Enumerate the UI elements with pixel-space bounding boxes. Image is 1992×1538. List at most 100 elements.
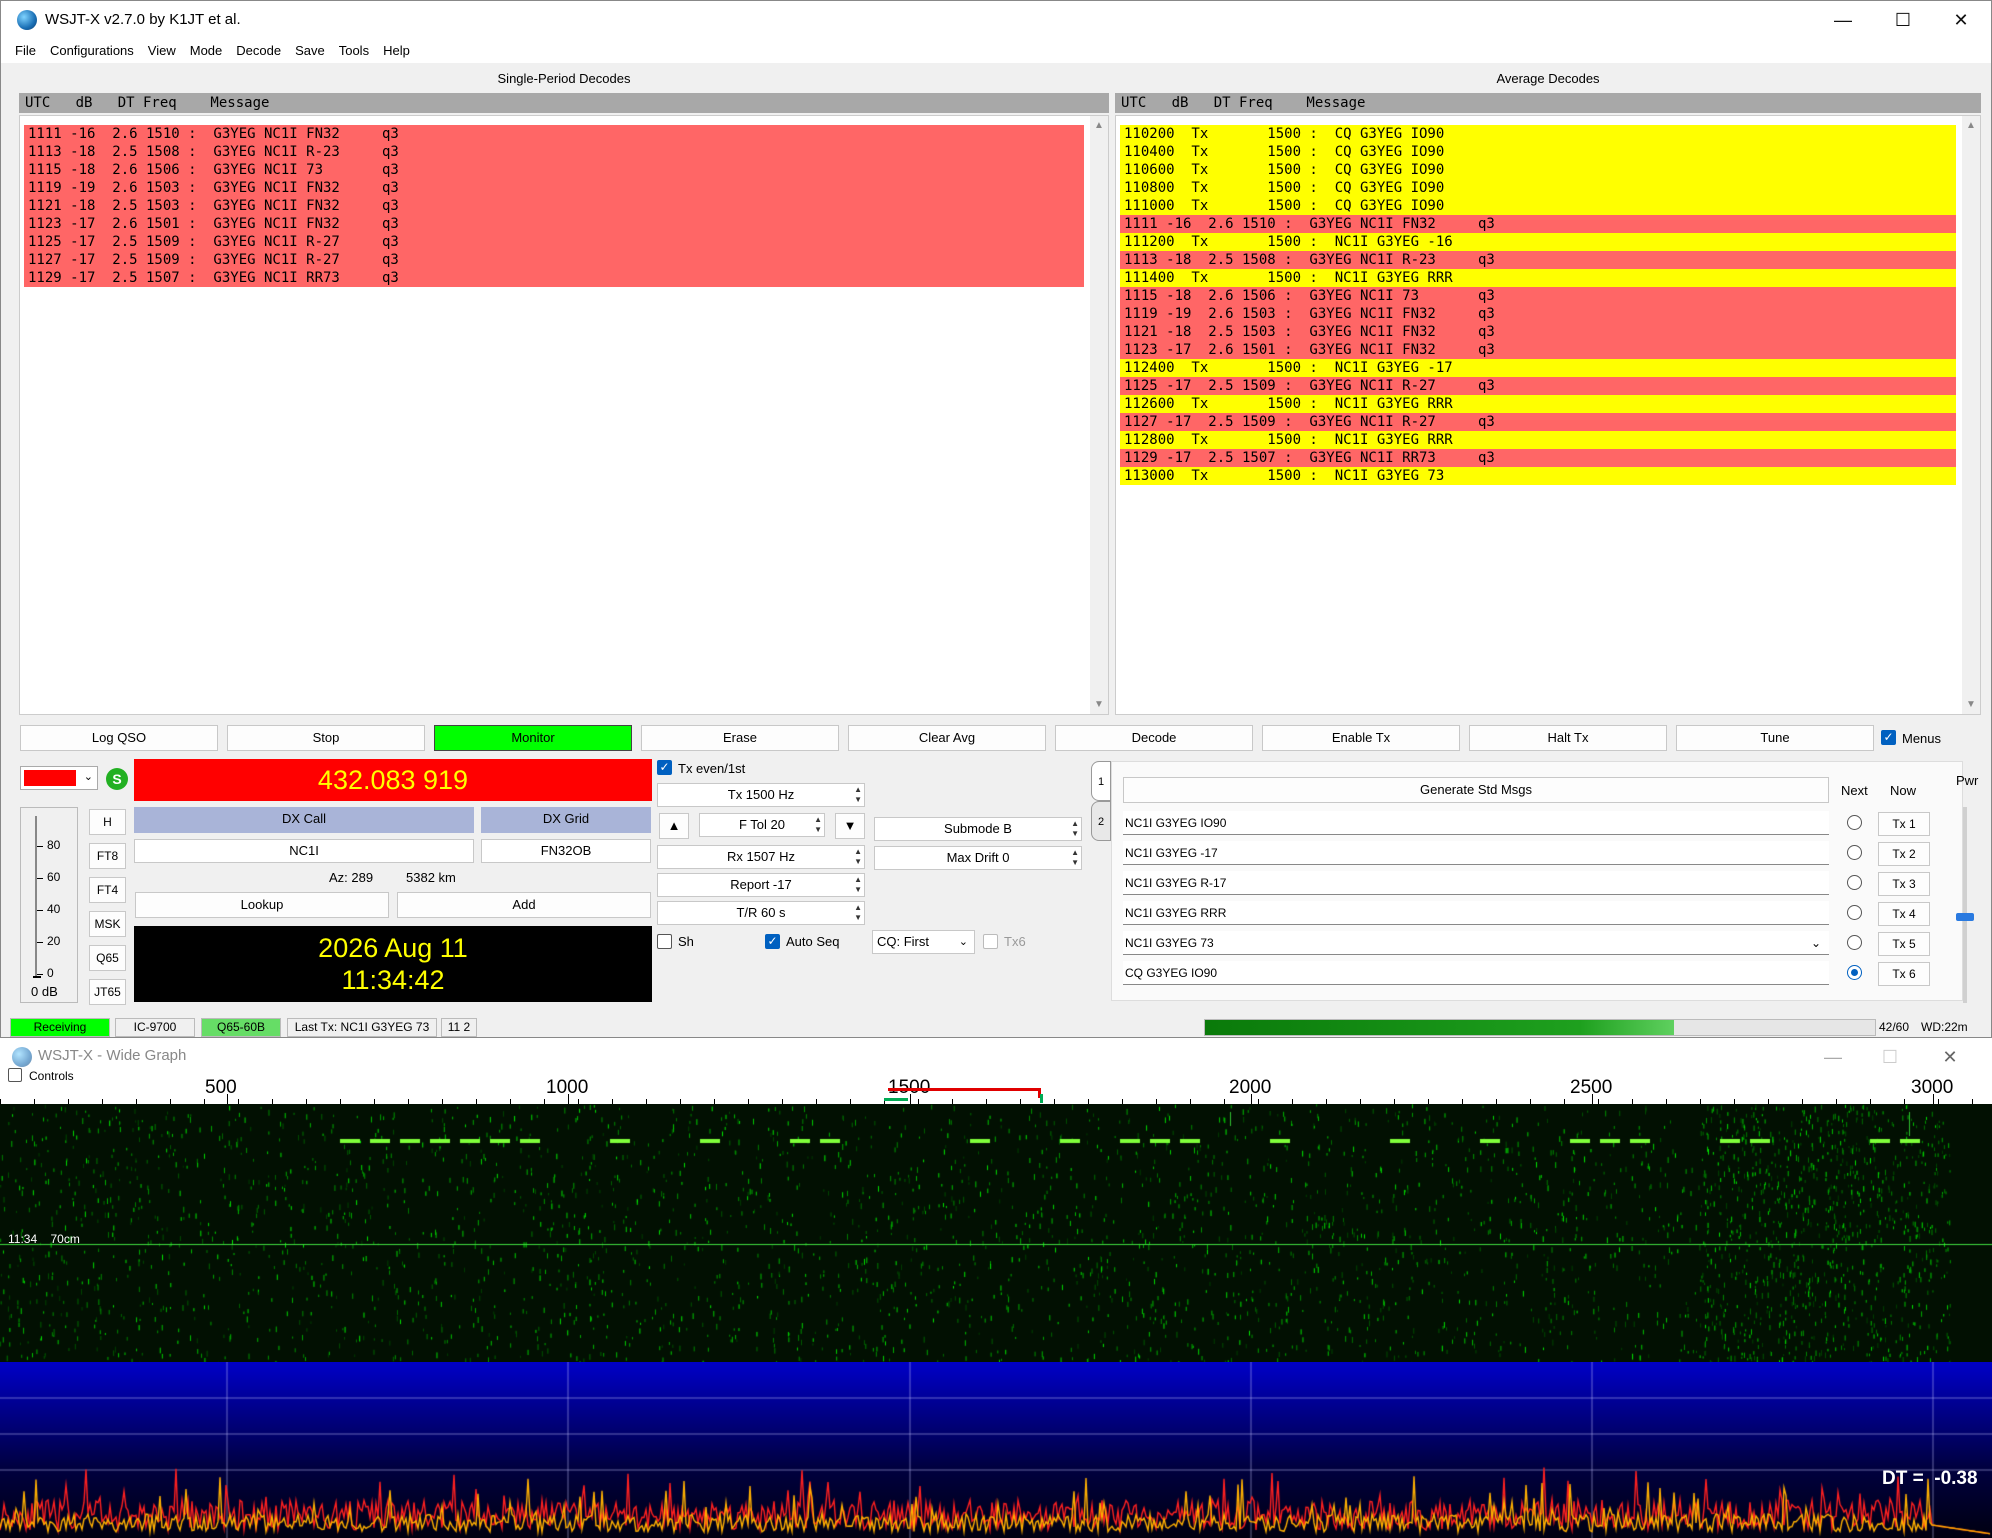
average-row[interactable]: 1125 -17 2.5 1509 : G3YEG NC1I R-27 q3 [1120,377,1956,395]
single-period-list[interactable]: 1111 -16 2.6 1510 : G3YEG NC1I FN32 q3 11… [19,115,1109,715]
tx3-message-field[interactable]: NC1I G3YEG R-17 [1123,871,1829,895]
average-row[interactable]: 111200 Tx 1500 : NC1I G3YEG -16 [1120,233,1956,251]
tab-1[interactable]: 1 [1091,761,1111,801]
chevron-down-icon[interactable]: ⌄ [1811,931,1821,955]
tab-2[interactable]: 2 [1091,801,1111,841]
average-row[interactable]: 110200 Tx 1500 : CQ G3YEG IO90 [1120,125,1956,143]
average-row[interactable]: 110400 Tx 1500 : CQ G3YEG IO90 [1120,143,1956,161]
power-slider[interactable] [1956,807,1974,1003]
menu-view[interactable]: View [141,39,183,58]
submode-spinbox[interactable]: Submode B ▲ ▼ [874,817,1082,841]
average-row[interactable]: 1129 -17 2.5 1507 : G3YEG NC1I RR73 q3 [1120,449,1956,467]
average-row[interactable]: 1111 -16 2.6 1510 : G3YEG NC1I FN32 q3 [1120,215,1956,233]
rx-to-tx-down-button[interactable]: ▼ [835,813,865,839]
menu-file[interactable]: File [1,39,43,58]
next-radio-tx5[interactable] [1847,935,1862,950]
clear-avg-button[interactable]: Clear Avg [848,725,1046,751]
menu-save[interactable]: Save [288,39,332,58]
mode-button-jt65[interactable]: JT65 [89,979,126,1005]
average-row[interactable]: 112800 Tx 1500 : NC1I G3YEG RRR [1120,431,1956,449]
next-radio-tx1[interactable] [1847,815,1862,830]
single-period-row[interactable]: 1121 -18 2.5 1503 : G3YEG NC1I FN32 q3 [24,197,1084,215]
cq-select[interactable]: CQ: First ⌄ [872,930,975,954]
average-row[interactable]: 1113 -18 2.5 1508 : G3YEG NC1I R-23 q3 [1120,251,1956,269]
controls-checkbox[interactable] [8,1068,22,1082]
average-row[interactable]: 111000 Tx 1500 : CQ G3YEG IO90 [1120,197,1956,215]
monitor-button[interactable]: Monitor [434,725,632,751]
frequency-display[interactable]: 432.083 919 [134,759,652,801]
max-drift-spinbox[interactable]: Max Drift 0 ▲ ▼ [874,846,1082,870]
tx2-now-button[interactable]: Tx 2 [1878,842,1930,866]
average-row[interactable]: 1127 -17 2.5 1509 : G3YEG NC1I R-27 q3 [1120,413,1956,431]
ftol-spinbox[interactable]: F Tol 20 ▲ ▼ [699,813,825,837]
single-period-row[interactable]: 1127 -17 2.5 1509 : G3YEG NC1I R-27 q3 [24,251,1084,269]
minimize-icon[interactable]: — [1823,7,1863,33]
tx2-message-field[interactable]: NC1I G3YEG -17 [1123,841,1829,865]
next-radio-tx6[interactable] [1847,965,1862,980]
tx4-message-field[interactable]: NC1I G3YEG RRR [1123,901,1829,925]
tune-button[interactable]: Tune [1676,725,1874,751]
menu-mode[interactable]: Mode [183,39,230,58]
tx5-now-button[interactable]: Tx 5 [1878,932,1930,956]
maximize-icon[interactable]: ☐ [1883,7,1923,33]
mode-button-ft4[interactable]: FT4 [89,877,126,903]
single-period-row[interactable]: 1125 -17 2.5 1509 : G3YEG NC1I R-27 q3 [24,233,1084,251]
single-period-row[interactable]: 1115 -18 2.6 1506 : G3YEG NC1I 73 q3 [24,161,1084,179]
decode-button[interactable]: Decode [1055,725,1253,751]
maximize-icon[interactable]: ☐ [1870,1044,1910,1070]
tx5-message-field[interactable]: NC1I G3YEG 73 ⌄ [1123,931,1829,955]
power-slider-handle[interactable] [1956,913,1974,921]
tx6-message-field[interactable]: CQ G3YEG IO90 [1123,961,1829,985]
average-row[interactable]: 112400 Tx 1500 : NC1I G3YEG -17 [1120,359,1956,377]
average-scrollbar[interactable]: ▲ ▼ [1962,116,1980,714]
average-row[interactable]: 110800 Tx 1500 : CQ G3YEG IO90 [1120,179,1956,197]
average-row[interactable]: 1115 -18 2.6 1506 : G3YEG NC1I 73 q3 [1120,287,1956,305]
average-row[interactable]: 1119 -19 2.6 1503 : G3YEG NC1I FN32 q3 [1120,305,1956,323]
erase-button[interactable]: Erase [641,725,839,751]
generate-std-msgs-button[interactable]: Generate Std Msgs [1123,777,1829,803]
average-row[interactable]: 1123 -17 2.6 1501 : G3YEG NC1I FN32 q3 [1120,341,1956,359]
stop-button[interactable]: Stop [227,725,425,751]
halt-tx-button[interactable]: Halt Tx [1469,725,1667,751]
menu-tools[interactable]: Tools [332,39,376,58]
next-radio-tx3[interactable] [1847,875,1862,890]
tx-to-rx-up-button[interactable]: ▲ [659,813,689,839]
mode-button-q65[interactable]: Q65 [89,945,126,971]
waterfall-display[interactable]: 11:34 70cm [0,1104,1992,1362]
rx-frequency-spinbox[interactable]: Rx 1507 Hz ▲ ▼ [657,845,865,869]
single-period-row[interactable]: 1123 -17 2.6 1501 : G3YEG NC1I FN32 q3 [24,215,1084,233]
mode-button-ft8[interactable]: FT8 [89,843,126,869]
average-row[interactable]: 113000 Tx 1500 : NC1I G3YEG 73 [1120,467,1956,485]
average-row[interactable]: 111400 Tx 1500 : NC1I G3YEG RRR [1120,269,1956,287]
mode-button-h[interactable]: H [89,809,126,835]
sh-checkbox[interactable] [657,934,672,949]
frequency-scale[interactable]: Controls 50010001500200025003000 [0,1068,1992,1104]
tx-frequency-spinbox[interactable]: Tx 1500 Hz ▲ ▼ [657,783,865,807]
lookup-button[interactable]: Lookup [135,892,389,918]
single-period-row[interactable]: 1129 -17 2.5 1507 : G3YEG NC1I RR73 q3 [24,269,1084,287]
log-qso-button[interactable]: Log QSO [20,725,218,751]
tx1-now-button[interactable]: Tx 1 [1878,812,1930,836]
tx6-now-button[interactable]: Tx 6 [1878,962,1930,986]
tx4-now-button[interactable]: Tx 4 [1878,902,1930,926]
menus-checkbox[interactable]: ✓ [1881,730,1896,745]
auto-seq-checkbox[interactable]: ✓ [765,934,780,949]
average-row[interactable]: 1121 -18 2.5 1503 : G3YEG NC1I FN32 q3 [1120,323,1956,341]
s-meter-badge[interactable]: S [106,768,128,790]
add-button[interactable]: Add [397,892,651,918]
minimize-icon[interactable]: — [1813,1044,1853,1070]
single-period-row[interactable]: 1119 -19 2.6 1503 : G3YEG NC1I FN32 q3 [24,179,1084,197]
dx-grid-input[interactable]: FN32OB [481,839,651,863]
dx-call-input[interactable]: NC1I [134,839,474,863]
close-icon[interactable]: ✕ [1941,7,1981,33]
next-radio-tx4[interactable] [1847,905,1862,920]
average-row[interactable]: 112600 Tx 1500 : NC1I G3YEG RRR [1120,395,1956,413]
single-period-row[interactable]: 1111 -16 2.6 1510 : G3YEG NC1I FN32 q3 [24,125,1084,143]
tx-even-checkbox[interactable]: ✓ [657,760,672,775]
tr-period-spinbox[interactable]: T/R 60 s ▲ ▼ [657,901,865,925]
menu-configurations[interactable]: Configurations [43,39,141,58]
close-icon[interactable]: ✕ [1930,1044,1970,1070]
average-row[interactable]: 110600 Tx 1500 : CQ G3YEG IO90 [1120,161,1956,179]
mode-button-msk[interactable]: MSK [89,911,126,937]
enable-tx-button[interactable]: Enable Tx [1262,725,1460,751]
